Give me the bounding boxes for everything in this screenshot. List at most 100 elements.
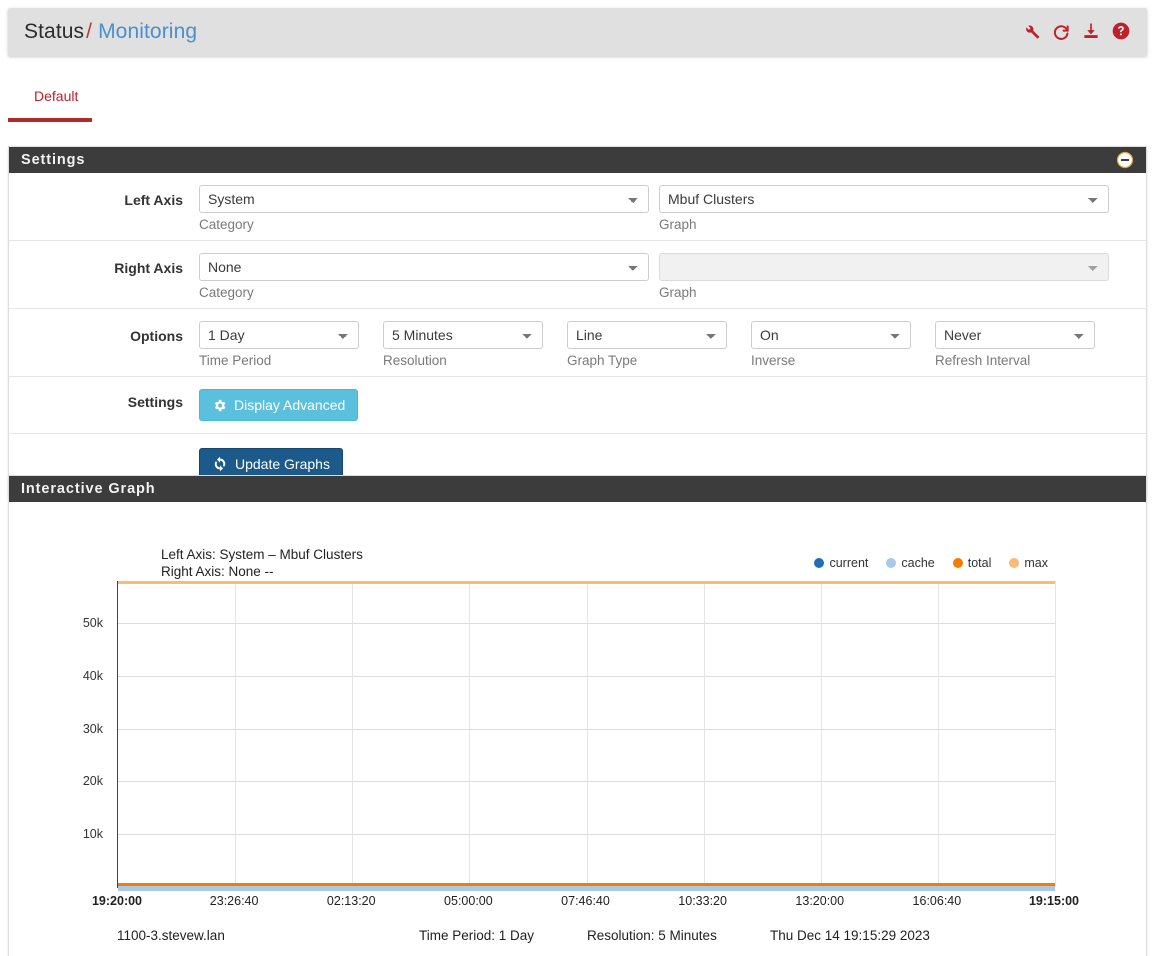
refresh-icon[interactable] (1051, 21, 1071, 43)
grid-line-vertical (469, 581, 471, 887)
y-axis-tick-label: 10k (82, 827, 103, 842)
legend-label-total: total (967, 556, 992, 570)
time-period-group: 1 Day Time Period (199, 321, 383, 368)
tab-default[interactable]: Default (20, 78, 92, 114)
y-axis-tick-label: 50k (82, 616, 103, 631)
right-axis-graph-select (659, 253, 1109, 281)
row-options: Options 1 Day Time Period 5 Minutes Reso… (9, 309, 1146, 377)
left-axis-category-select[interactable]: System (199, 185, 649, 213)
legend-swatch-cache (886, 558, 897, 568)
inverse-select[interactable]: On (751, 321, 911, 349)
grid-line-vertical (937, 581, 939, 887)
chart-plot-area[interactable] (117, 581, 1056, 891)
inverse-helper: Inverse (751, 353, 796, 368)
grid-line-vertical (1055, 581, 1056, 887)
graph-footer-timestamp: Thu Dec 14 19:15:29 2023 (770, 928, 930, 943)
display-advanced-label: Display Advanced (234, 397, 346, 413)
x-axis-tick-label: 02:13:20 (326, 894, 376, 908)
row-left-axis: Left Axis System Category Mbuf Clusters … (9, 173, 1146, 241)
y-axis-tick-label: 40k (82, 668, 103, 683)
x-axis-tick-label: 23:26:40 (209, 894, 259, 908)
graph-footer-resolution: Resolution: 5 Minutes (587, 928, 717, 943)
x-axis-tick-label: 13:20:00 (795, 894, 845, 908)
settings-row-label: Settings (127, 394, 183, 410)
left-axis-graph-helper: Graph (659, 217, 697, 232)
legend-swatch-current (814, 558, 825, 568)
y-axis-ticks: 10k 20k 30k 40k 50k (61, 502, 103, 956)
settings-panel-title: Settings (21, 152, 86, 168)
grid-line-vertical (352, 581, 354, 887)
graph-body: Left Axis: System – Mbuf Clusters Right … (9, 502, 1146, 956)
legend-item-total[interactable]: total (952, 556, 992, 570)
time-period-helper: Time Period (199, 353, 272, 368)
legend-label-max: max (1024, 556, 1048, 570)
resolution-select[interactable]: 5 Minutes (383, 321, 543, 349)
graph-type-helper: Graph Type (567, 353, 638, 368)
row-right-axis: Right Axis None Category Graph (9, 241, 1146, 309)
x-axis-tick-label: 10:33:20 (678, 894, 727, 908)
x-axis-tick-label: 07:46:40 (561, 894, 610, 908)
chart-legend: current cache total max (814, 556, 1048, 570)
graph-footer-time-period: Time Period: 1 Day (419, 928, 535, 943)
tab-bar: Default (8, 78, 1147, 122)
graph-type-select[interactable]: Line (567, 321, 727, 349)
breadcrumb-root[interactable]: Status (24, 20, 84, 43)
interactive-graph-panel: Interactive Graph Left Axis: System – Mb… (8, 475, 1147, 956)
refresh-interval-select[interactable]: Never (935, 321, 1095, 349)
left-axis-graph-select[interactable]: Mbuf Clusters (659, 185, 1109, 213)
breadcrumb: Status/Monitoring (24, 20, 197, 44)
gear-icon (212, 398, 227, 413)
left-axis-graph-group: Mbuf Clusters Graph (659, 185, 1119, 232)
graph-panel-title: Interactive Graph (21, 481, 156, 497)
right-axis-category-helper: Category (199, 285, 254, 300)
left-axis-category-helper: Category (199, 217, 254, 232)
axis-caption: Left Axis: System – Mbuf Clusters Right … (161, 547, 363, 579)
breadcrumb-separator: / (86, 20, 93, 43)
inverse-group: On Inverse (751, 321, 935, 368)
resolution-helper: Resolution (383, 353, 447, 368)
series-line-total (118, 883, 1055, 886)
grid-line-vertical (703, 581, 705, 887)
x-axis-tick-label: 05:00:00 (444, 894, 493, 908)
settings-panel: Settings Left Axis System Category Mbuf … (8, 146, 1147, 497)
wrench-icon[interactable] (1021, 21, 1041, 43)
legend-item-cache[interactable]: cache (886, 556, 935, 570)
legend-item-current[interactable]: current (814, 556, 868, 570)
legend-swatch-total (952, 558, 963, 568)
y-axis-tick-label: 20k (82, 774, 103, 789)
right-axis-graph-group: Graph (659, 253, 1119, 300)
grid-line-vertical (820, 581, 822, 887)
right-axis-category-group: None Category (199, 253, 659, 300)
y-axis-tick-label: 30k (82, 721, 103, 736)
graph-type-group: Line Graph Type (567, 321, 751, 368)
resolution-group: 5 Minutes Resolution (383, 321, 567, 368)
breadcrumb-leaf[interactable]: Monitoring (98, 20, 197, 43)
help-icon[interactable] (1111, 21, 1131, 43)
x-axis-tick-label: 19:20:00 (91, 894, 143, 908)
right-axis-label: Right Axis (114, 260, 183, 276)
series-line-cache (118, 886, 1055, 891)
monitoring-page: Status/Monitoring Default Settings Left … (0, 0, 1155, 956)
display-advanced-button[interactable]: Display Advanced (199, 389, 359, 421)
submit-spacer (9, 448, 199, 455)
left-axis-category-group: System Category (199, 185, 659, 232)
graph-footer-host: 1100-3.stevew.lan (117, 928, 225, 943)
x-axis-tick-label: 16:06:40 (912, 894, 962, 908)
settings-panel-header: Settings (9, 147, 1146, 173)
download-icon[interactable] (1081, 21, 1101, 43)
time-period-select[interactable]: 1 Day (199, 321, 359, 349)
legend-label-current: current (829, 556, 869, 570)
refresh-interval-helper: Refresh Interval (935, 353, 1031, 368)
options-label: Options (130, 328, 183, 344)
legend-swatch-max (1009, 558, 1020, 568)
grid-line-vertical (235, 581, 237, 887)
tab-active-indicator (8, 118, 92, 122)
series-line-max (118, 581, 1055, 584)
right-axis-graph-helper: Graph (659, 285, 697, 300)
minus-circle-icon[interactable] (1116, 151, 1134, 169)
right-axis-category-select[interactable]: None (199, 253, 649, 281)
legend-item-max[interactable]: max (1009, 556, 1048, 570)
legend-label-cache: cache (901, 556, 935, 570)
refresh-interval-group: Never Refresh Interval (935, 321, 1119, 368)
row-settings: Settings Display Advanced (9, 377, 1146, 434)
